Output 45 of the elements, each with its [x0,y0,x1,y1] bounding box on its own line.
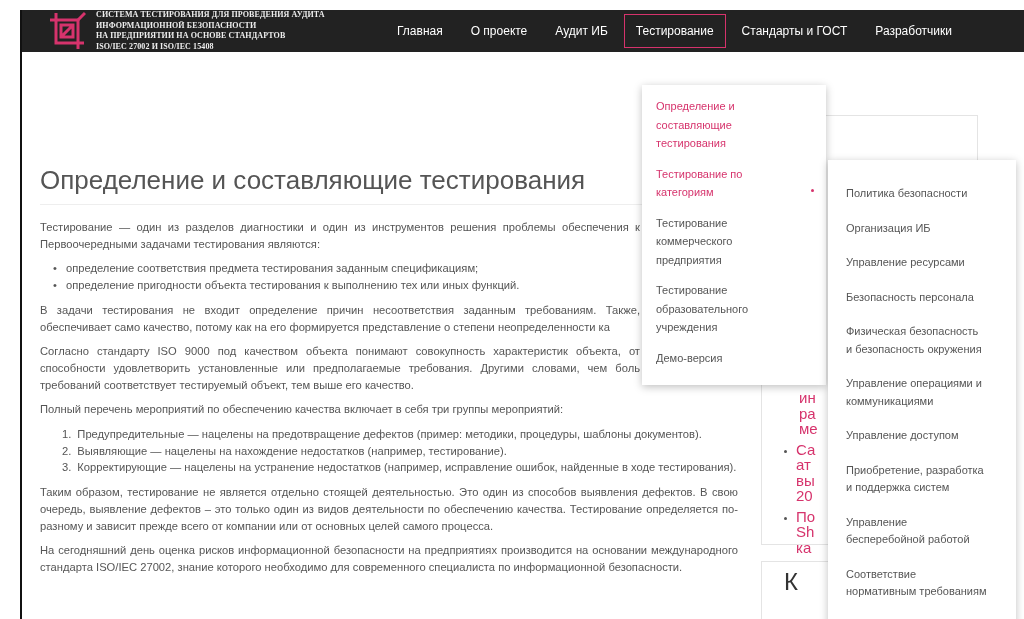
nav-link[interactable]: Тестирование [623,14,726,48]
body-paragraph: На сегодняшний день оценка рисков информационной безопасности на предприятиях производится на основании международного стандарта ISO/IEC 27002, знание которого необходимо для современного специалиста по информационной безопасности. [40,543,738,575]
crop-icon [48,11,86,51]
list-marker: 3. [62,460,72,476]
nav-link[interactable]: Разработчики [863,14,964,48]
list-item: Предупредительные — нацелены на предотвращение дефектов (пример: методики, процедуры, шаблоны документов). [77,427,702,443]
submenu-item[interactable]: Управление доступом [828,419,1016,454]
sidebar-link[interactable]: ин ра ме [799,390,818,437]
submenu-item[interactable]: Управление бесперебойной работой [828,505,1016,558]
list-item: определение соответствия предмета тестирования заданным спецификациям; [66,261,479,277]
body-paragraph: Таким образом, тестирование не является отдельно стоящей деятельностью. Это один из способов выявления дефектов. В свою очередь, выявление дефектов – это только один из видов деятельности по обеспечению качества. Тестирование определяется по-разному и зависит прежде всего от компании или от основных целей самого процесса. [40,485,738,534]
bullet-icon [784,516,787,520]
submenu-item[interactable]: Управление ресурсами [828,246,1016,281]
sidebar-link[interactable]: Са ат вы 20 [796,441,816,504]
submenu-item[interactable]: Приобретение, разработка и поддержка систем [828,453,1016,506]
list-marker: • [52,261,58,277]
sidebar-link[interactable]: По Sh ка [796,508,816,555]
submenu-item[interactable]: Соответствие нормативным требованиям [828,557,1016,610]
card-heading: К [784,568,798,595]
submenu-item[interactable]: Политика безопасности [828,177,1016,212]
list-marker: 2. [62,443,72,459]
menu-item[interactable]: Демо-версия [642,342,826,373]
nav-link[interactable]: Стандарты и ГОСТ [729,14,860,48]
nav-link[interactable]: Главная [385,14,455,48]
nav-link[interactable]: О проекте [458,14,540,48]
body-paragraph: В задачи тестирования не входит определение причин несоответствия заданным требованиям. Также, обеспечивает само качество, потому как на его формируется представление о степени неопределенности ка [40,302,640,335]
menu-item[interactable]: Тестирование коммерческого предприятия [642,207,826,275]
body-paragraph: Тестирование — один из разделов диагностики и один из инструментов решения проблемы обеспечения к Первоочередными задачами тестирования являются: [40,220,640,252]
list-marker: • [52,278,58,294]
submenu-item[interactable]: Физическая безопасность и безопасность окружения [828,315,1016,367]
nav-link[interactable]: Аудит ИБ [543,14,620,48]
list-marker: 1. [62,427,72,443]
submenu-item[interactable]: Организация ИБ [828,211,1016,246]
menu-item[interactable]: Определение и составляющие тестирования [642,91,826,159]
body-paragraph: Согласно стандарту ISO 9000 под качеством объекта понимают совокупность характеристик объекта, от способности удовлетворить установленные или предполагаемые требования. Другими словами, чем боль требований соответствует тестируемый объект, тем выше его качество. [40,344,640,393]
menu-item[interactable]: Тестирование образовательного учреждения [642,275,826,343]
submenu-item[interactable]: Безопасность персонала [828,280,1016,315]
site-title: СИСТЕМА ТЕСТИРОВАНИЯ ДЛЯ ПРОВЕДЕНИЯ АУДИТА ИНФОРМАЦИОННОЙ БЕЗОПАСНОСТИ НА ПРЕДПРИЯТИИ НА ОСНОВЕ СТАНДАРТОВ ISO/IEC 27002 И ISO/IEC 15408 [96,10,325,52]
list-item: определение пригодности объекта тестирования к выполнению тех или иных функций. [66,278,520,294]
bullet-icon [784,449,787,453]
submenu-item[interactable]: Управление операциями и коммуникациями [828,367,1016,419]
submenu-indicator-icon [811,188,814,192]
list-item: Выявляющие — нацелены на нахождение недостатков (например, тестирование). [77,443,507,459]
body-paragraph: Полный перечень мероприятий по обеспечению качества включает в себя три группы мероприятий: [40,402,565,418]
list-item: Корректирующие — нацелены на устранение недостатков (например, исправление ошибок, найденные в ходе тестирования). [77,460,737,476]
